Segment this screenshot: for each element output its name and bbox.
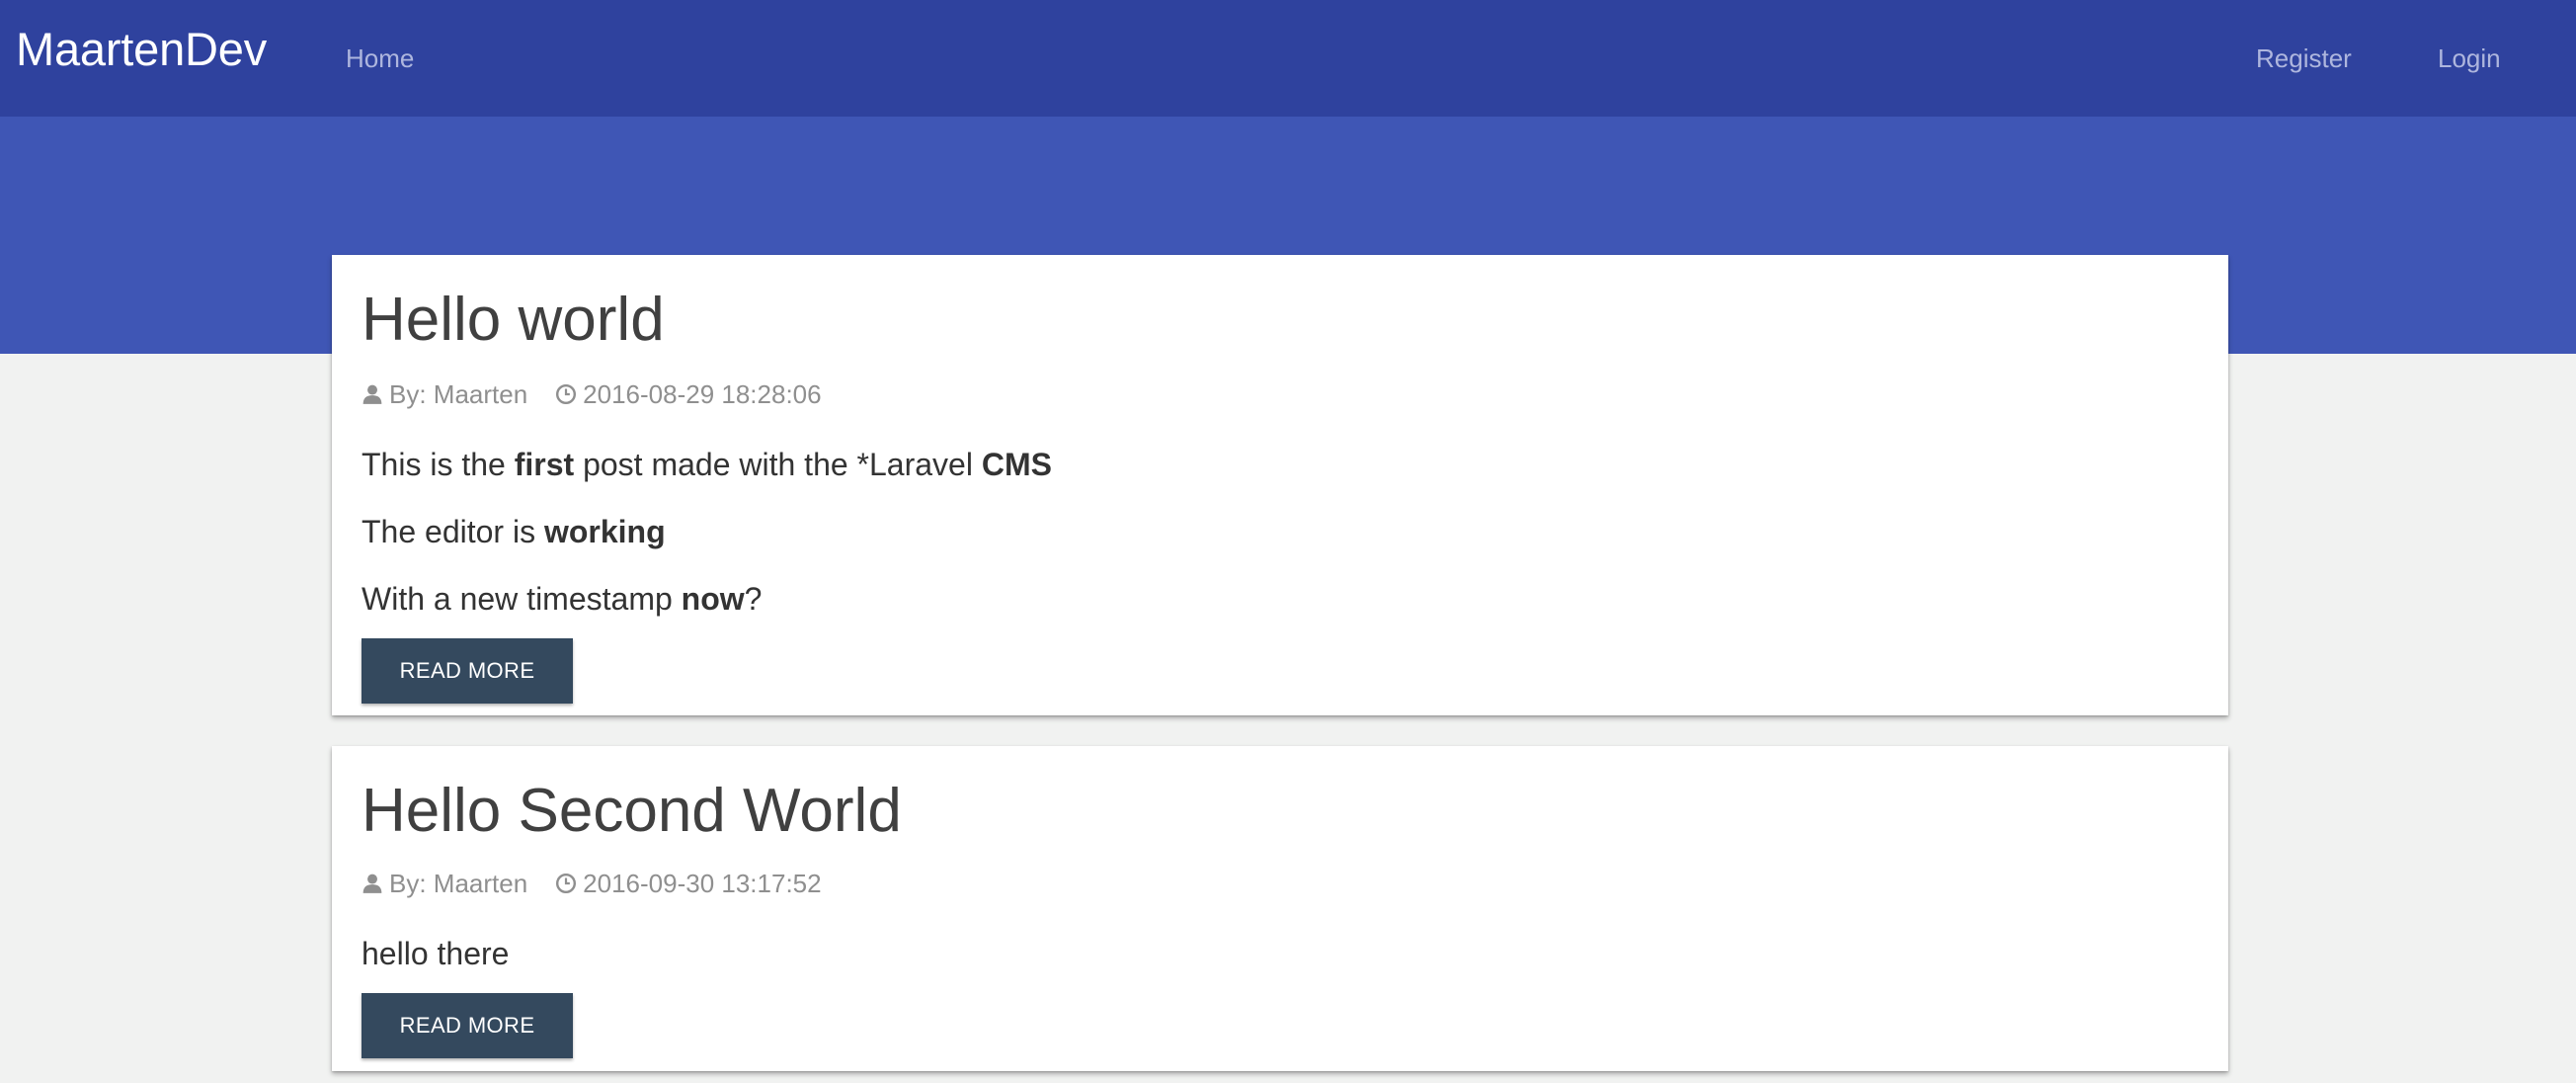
- post-timestamp: 2016-09-30 13:17:52: [555, 867, 822, 900]
- post-paragraph: hello there: [362, 936, 510, 971]
- post-body: hello there: [362, 934, 509, 1001]
- nav-login-link[interactable]: Login: [2438, 40, 2501, 77]
- post-author-text: By: Maarten: [389, 869, 528, 898]
- user-icon: [362, 874, 382, 893]
- nav-home-link[interactable]: Home: [346, 40, 414, 77]
- post-author-text: By: Maarten: [389, 379, 528, 409]
- post-timestamp-text: 2016-08-29 18:28:06: [583, 379, 822, 409]
- post-author: By: Maarten: [362, 377, 527, 411]
- post-paragraph: The editor is working: [362, 514, 666, 549]
- clock-icon: [556, 873, 577, 894]
- post-meta: By: Maarten 2016-09-30 13:17:52: [362, 867, 822, 900]
- post-timestamp-text: 2016-09-30 13:17:52: [583, 869, 822, 898]
- post-title[interactable]: Hello world: [362, 285, 665, 356]
- post-card: Hello world By: Maarten 2016-08-29 18:28…: [332, 255, 2228, 715]
- post-body: This is the first post made with the *La…: [362, 445, 1052, 646]
- read-more-button[interactable]: Read more: [362, 993, 573, 1058]
- post-meta: By: Maarten 2016-08-29 18:28:06: [362, 377, 822, 411]
- brand-logo-link[interactable]: MaartenDev: [16, 22, 267, 77]
- post-paragraph: This is the first post made with the *La…: [362, 447, 1052, 482]
- post-card: Hello Second World By: Maarten 2016-09-3…: [332, 746, 2228, 1071]
- navbar: MaartenDev Home Register Login: [0, 0, 2576, 117]
- post-author: By: Maarten: [362, 867, 527, 900]
- post-title[interactable]: Hello Second World: [362, 776, 902, 847]
- clock-icon: [556, 383, 577, 405]
- post-timestamp: 2016-08-29 18:28:06: [555, 377, 822, 411]
- post-paragraph: With a new timestamp now?: [362, 581, 763, 617]
- user-icon: [362, 384, 382, 404]
- nav-register-link[interactable]: Register: [2256, 40, 2352, 77]
- read-more-button[interactable]: Read more: [362, 638, 573, 704]
